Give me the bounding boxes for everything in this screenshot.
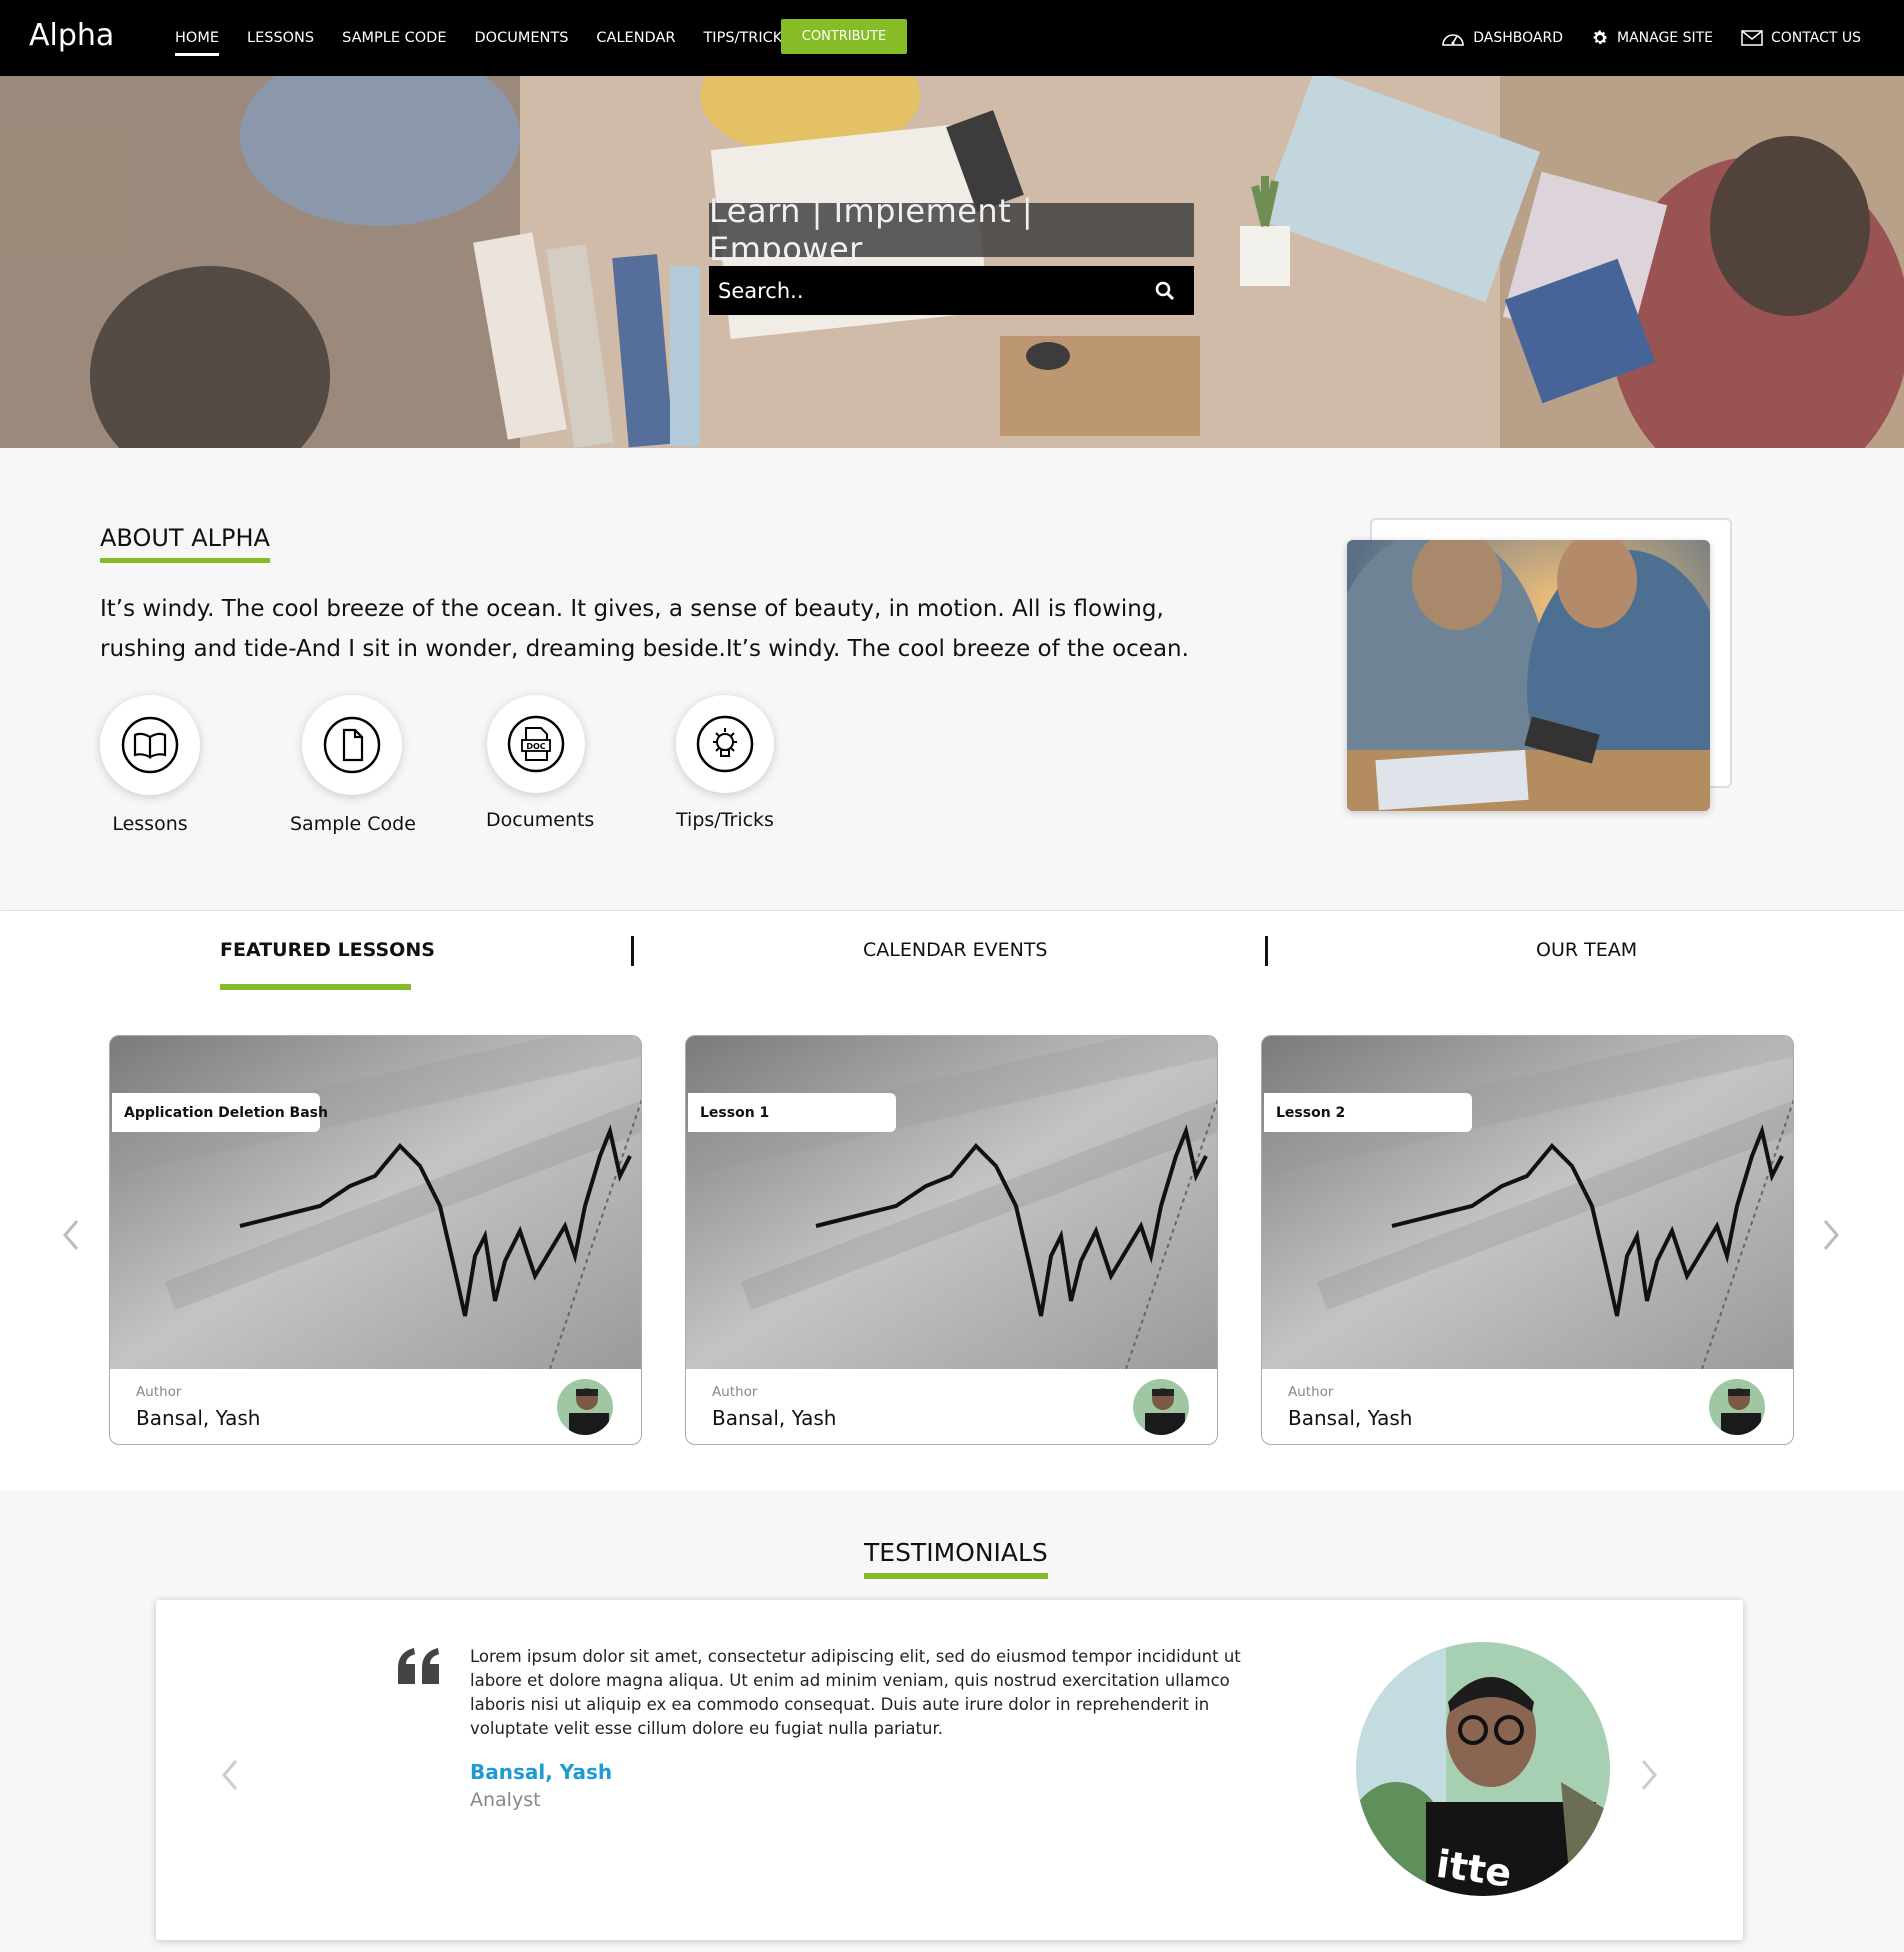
testimonials-title: TESTIMONIALS	[864, 1538, 1048, 1579]
hero-search	[709, 266, 1194, 315]
tab-separator	[631, 936, 634, 966]
doc-icon: DOC	[507, 715, 565, 773]
chevron-right-icon	[1641, 1760, 1657, 1790]
author-label: Author	[136, 1384, 182, 1400]
nav-lessons[interactable]: LESSONS	[247, 30, 314, 46]
testimonial-author[interactable]: Bansal, Yash	[470, 1760, 612, 1784]
lesson-title: Lesson 2	[1264, 1093, 1472, 1132]
lesson-card[interactable]: Application Deletion Bash Author Bansal,…	[109, 1035, 642, 1445]
about-image	[1347, 540, 1710, 811]
lesson-title: Lesson 1	[688, 1093, 896, 1132]
author-name: Bansal, Yash	[1288, 1406, 1413, 1430]
quicklink-documents-circle: DOC	[487, 695, 585, 793]
stock-chart-image	[110, 1036, 641, 1369]
chevron-left-icon	[222, 1760, 238, 1790]
chevron-left-icon	[63, 1220, 79, 1250]
lesson-thumbnail	[686, 1036, 1217, 1369]
testimonial-quote: Lorem ipsum dolor sit amet, consectetur …	[470, 1647, 1241, 1738]
author-name: Bansal, Yash	[712, 1406, 837, 1430]
nav-right: DASHBOARD MANAGE SITE CONTACT US	[1413, 0, 1861, 76]
author-avatar	[1133, 1379, 1189, 1435]
quicklink-tips-tricks[interactable]: Tips/Tricks	[675, 695, 775, 831]
quicklink-lessons[interactable]: Lessons	[100, 695, 200, 835]
author-avatar	[557, 1379, 613, 1435]
content-tabs: FEATURED LESSONS CALENDAR EVENTS OUR TEA…	[0, 910, 1904, 990]
lesson-thumbnail	[1262, 1036, 1793, 1369]
search-input[interactable]	[709, 278, 1136, 303]
cards-next-arrow[interactable]	[1820, 1218, 1842, 1256]
manage-site-label: MANAGE SITE	[1616, 30, 1714, 46]
gear-icon	[1593, 30, 1608, 45]
tab-calendar-events[interactable]: CALENDAR EVENTS	[863, 939, 1048, 961]
main-nav: HOME LESSONS SAMPLE CODE DOCUMENTS CALEN…	[175, 0, 819, 76]
quicklink-lessons-circle	[100, 695, 200, 795]
top-navbar: Alpha HOME LESSONS SAMPLE CODE DOCUMENTS…	[0, 0, 1904, 76]
contribute-button[interactable]: CONTRIBUTE	[781, 19, 907, 54]
lesson-card[interactable]: Lesson 2 Author Bansal, Yash	[1261, 1035, 1794, 1445]
nav-tips-tricks[interactable]: TIPS/TRICKS	[703, 30, 791, 46]
quicklink-sample-code-circle	[302, 695, 402, 795]
lightbulb-icon	[696, 715, 754, 773]
lesson-thumbnail	[110, 1036, 641, 1369]
tab-featured-lessons[interactable]: FEATURED LESSONS	[220, 939, 435, 961]
author-label: Author	[712, 1384, 758, 1400]
testimonial-next-arrow[interactable]	[1638, 1758, 1660, 1796]
dashboard-label: DASHBOARD	[1473, 30, 1563, 46]
contact-us-label: CONTACT US	[1771, 30, 1861, 46]
search-icon	[1155, 281, 1175, 300]
dashboard-icon	[1442, 34, 1465, 46]
tab-our-team[interactable]: OUR TEAM	[1536, 939, 1637, 961]
stock-chart-image	[1262, 1036, 1793, 1369]
quicklink-lessons-label: Lessons	[112, 813, 188, 835]
testimonial-role: Analyst	[470, 1789, 541, 1811]
svg-text:DOC: DOC	[526, 742, 545, 751]
lesson-title: Application Deletion Bash	[112, 1093, 328, 1132]
envelope-icon	[1741, 30, 1763, 46]
tab-separator	[1265, 936, 1268, 966]
chevron-right-icon	[1823, 1220, 1839, 1250]
nav-home[interactable]: HOME	[175, 30, 219, 56]
file-icon	[323, 716, 381, 774]
author-name: Bansal, Yash	[136, 1406, 261, 1430]
quicklink-tips-tricks-circle	[676, 695, 774, 793]
lesson-card[interactable]: Lesson 1 Author Bansal, Yash	[685, 1035, 1218, 1445]
stock-chart-image	[686, 1036, 1217, 1369]
hero-banner: Learn | Implement | Empower	[0, 76, 1904, 448]
testimonial-prev-arrow[interactable]	[219, 1758, 241, 1796]
testimonial-photo: itte	[1356, 1642, 1610, 1896]
manage-site-link[interactable]: MANAGE SITE	[1591, 29, 1713, 47]
nav-documents[interactable]: DOCUMENTS	[475, 30, 569, 46]
quicklink-sample-code-label: Sample Code	[290, 813, 416, 835]
contact-us-link[interactable]: CONTACT US	[1741, 30, 1861, 46]
brand-logo[interactable]: Alpha	[29, 18, 114, 53]
quicklink-tips-tricks-label: Tips/Tricks	[676, 809, 774, 831]
author-avatar	[1709, 1379, 1765, 1435]
about-text: It’s windy. The cool breeze of the ocean…	[100, 596, 1189, 662]
about-photo	[1347, 540, 1710, 811]
quicklink-documents-label: Documents	[486, 809, 595, 831]
cards-prev-arrow[interactable]	[60, 1218, 82, 1256]
quote-icon	[398, 1648, 439, 1684]
nav-calendar[interactable]: CALENDAR	[596, 30, 675, 46]
nav-sample-code[interactable]: SAMPLE CODE	[342, 30, 446, 46]
hero-tagline: Learn | Implement | Empower	[709, 192, 1194, 268]
book-icon	[121, 716, 179, 774]
author-label: Author	[1288, 1384, 1334, 1400]
quicklink-documents[interactable]: DOC Documents	[486, 695, 595, 831]
quicklink-sample-code[interactable]: Sample Code	[290, 695, 416, 835]
search-button[interactable]	[1136, 266, 1194, 315]
dashboard-link[interactable]: DASHBOARD	[1441, 29, 1563, 47]
about-title: ABOUT ALPHA	[100, 524, 270, 563]
